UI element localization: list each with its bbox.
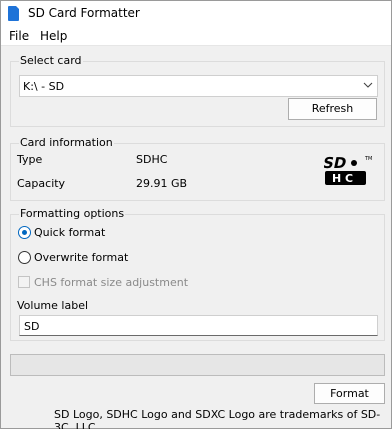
menu-bar: File Help	[1, 26, 391, 46]
app-window: SD Card Formatter File Help Select card …	[0, 0, 392, 429]
refresh-button[interactable]: Refresh	[288, 98, 377, 120]
select-card-group: Select card K:\ - SD Refresh	[10, 54, 385, 127]
formatting-options-group-title: Formatting options	[19, 207, 126, 220]
menu-help[interactable]: Help	[40, 29, 67, 43]
window-title: SD Card Formatter	[28, 6, 140, 20]
title-bar[interactable]: SD Card Formatter	[1, 1, 391, 26]
type-value: SDHC	[136, 153, 168, 166]
select-card-group-title: Select card	[19, 54, 83, 67]
format-progress-bar	[10, 354, 385, 376]
svg-text:SD: SD	[324, 154, 348, 172]
formatting-options-group: Formatting options Quick format Overwrit…	[10, 207, 385, 341]
quick-format-label[interactable]: Quick format	[34, 226, 105, 239]
sdhc-logo-icon: SD H C TM	[324, 154, 372, 185]
volume-label-title: Volume label	[17, 299, 89, 312]
sd-card-icon	[8, 6, 19, 21]
quick-format-radio[interactable]	[18, 226, 31, 239]
chs-adjustment-checkbox[interactable]	[18, 276, 30, 288]
card-select-dropdown[interactable]: K:\ - SD	[19, 75, 378, 97]
capacity-value: 29.91 GB	[136, 177, 188, 190]
overwrite-format-label[interactable]: Overwrite format	[34, 251, 128, 264]
svg-text:TM: TM	[364, 156, 372, 162]
overwrite-format-radio[interactable]	[18, 251, 31, 264]
menu-file[interactable]: File	[9, 29, 29, 43]
card-select-value: K:\ - SD	[23, 80, 65, 93]
format-button[interactable]: Format	[314, 383, 385, 404]
card-information-group-title: Card information	[19, 136, 114, 149]
capacity-label: Capacity	[17, 177, 66, 190]
chs-adjustment-label: CHS format size adjustment	[34, 276, 189, 289]
trademark-note: SD Logo, SDHC Logo and SDXC Logo are tra…	[54, 408, 381, 429]
volume-label-input[interactable]: SD	[19, 315, 378, 336]
type-label: Type	[17, 153, 43, 166]
svg-text:H C: H C	[332, 172, 353, 185]
chevron-down-icon	[363, 82, 373, 88]
volume-label-value: SD	[24, 320, 40, 333]
